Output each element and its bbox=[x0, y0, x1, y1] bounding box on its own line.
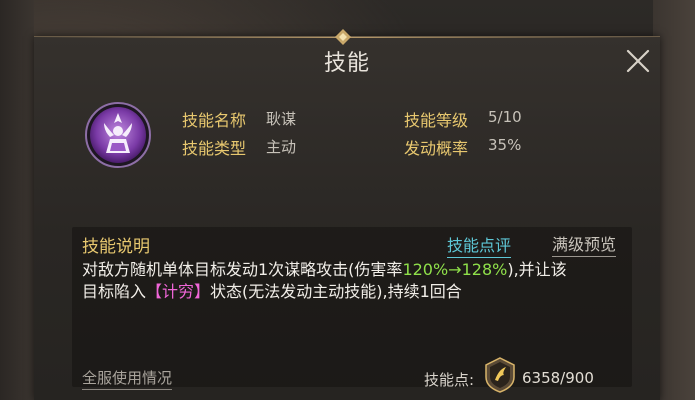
close-icon[interactable] bbox=[624, 47, 652, 75]
skill-name-label: 技能名称 bbox=[182, 111, 247, 130]
skill-level-label: 技能等级 bbox=[404, 111, 469, 130]
skill-level-value: 5/10 bbox=[488, 108, 522, 126]
skill-review-link[interactable]: 技能点评 bbox=[447, 232, 512, 258]
trigger-chance-label: 发动概率 bbox=[404, 139, 469, 158]
skill-emblem-icon[interactable] bbox=[84, 101, 152, 169]
skill-points-value: 6358/900 bbox=[522, 369, 594, 387]
status-keyword-highlight[interactable]: 【计穷】 bbox=[146, 282, 210, 301]
damage-rate-highlight: 120%→128% bbox=[402, 260, 508, 279]
skill-name-value: 耿谋 bbox=[266, 110, 297, 128]
background-left bbox=[0, 0, 34, 400]
skill-dialog: 技能 技能名称 耿谋 技能类型 主动 技能等级 5/10 发动概率 35% 技能… bbox=[34, 29, 660, 400]
server-usage-link[interactable]: 全服使用情况 bbox=[82, 367, 173, 390]
content-area: 技能名称 耿谋 技能类型 主动 技能等级 5/10 发动概率 35% 技能说明 … bbox=[60, 95, 646, 395]
description-line2-prefix: 目标陷入 bbox=[82, 282, 147, 301]
skill-type-value: 主动 bbox=[266, 138, 297, 156]
description-line1-suffix: ),并让该 bbox=[507, 260, 567, 279]
title-bar: 技能 bbox=[34, 37, 660, 83]
trigger-chance-value: 35% bbox=[488, 136, 522, 154]
description-line2-suffix: 状态(无法发动主动技能),持续1回合 bbox=[210, 282, 462, 301]
skill-point-icon bbox=[485, 357, 515, 393]
description-line1-prefix: 对敌方随机单体目标发动1次谋略攻击(伤害率 bbox=[82, 260, 403, 279]
description-text: 对敌方随机单体目标发动1次谋略攻击(伤害率120%→128%),并让该 目标陷入… bbox=[82, 259, 622, 303]
dialog-title: 技能 bbox=[323, 51, 370, 76]
description-box: 技能说明 技能点评 满级预览 对敌方随机单体目标发动1次谋略攻击(伤害率120%… bbox=[72, 227, 632, 387]
skill-type-label: 技能类型 bbox=[182, 139, 247, 158]
max-level-preview-link[interactable]: 满级预览 bbox=[552, 231, 617, 257]
description-title: 技能说明 bbox=[82, 237, 150, 257]
skill-points-label: 技能点: bbox=[424, 371, 475, 389]
